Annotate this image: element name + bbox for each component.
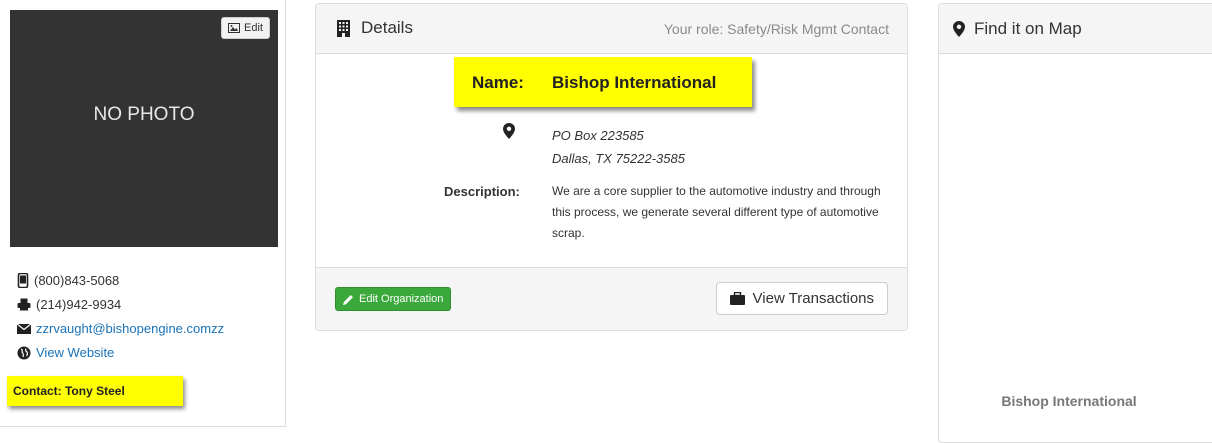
email-line: zzrvaught@bishopengine.comzz bbox=[17, 321, 224, 336]
edit-organization-button[interactable]: Edit Organization bbox=[335, 287, 452, 311]
no-photo-text: NO PHOTO bbox=[93, 104, 195, 125]
building-icon bbox=[337, 19, 350, 37]
fax-number: (214)942-9934 bbox=[36, 297, 122, 312]
view-transactions-label: View Transactions bbox=[752, 290, 874, 307]
envelope-icon bbox=[17, 323, 31, 334]
globe-icon bbox=[17, 346, 31, 359]
phone-line: (800)843-5068 bbox=[17, 273, 119, 288]
name-highlight: Name: Bishop International bbox=[454, 57, 752, 107]
description-text: We are a core supplier to the automotive… bbox=[552, 184, 881, 240]
details-title-text: Details bbox=[361, 18, 413, 37]
map-marker-icon bbox=[503, 123, 515, 139]
fax-icon bbox=[17, 298, 31, 311]
map-title-text: Find it on Map bbox=[974, 19, 1082, 38]
user-role-text: Your role: Safety/Risk Mgmt Contact bbox=[663, 21, 889, 37]
phone-number: (800)843-5068 bbox=[34, 273, 120, 288]
map-marker-icon bbox=[953, 21, 965, 37]
details-panel: Details Your role: Safety/Risk Mgmt Cont… bbox=[315, 3, 908, 331]
details-heading: Details Your role: Safety/Risk Mgmt Cont… bbox=[316, 4, 907, 54]
photo-placeholder: Edit NO PHOTO bbox=[10, 10, 278, 247]
details-footer: Edit Organization View Transactions bbox=[316, 267, 907, 330]
map-panel: Find it on Map Bishop International bbox=[938, 3, 1212, 443]
website-line: View Website bbox=[17, 345, 114, 360]
organization-card: Edit NO PHOTO (800)843-5068 (214)942-993… bbox=[0, 0, 286, 427]
edit-organization-label: Edit Organization bbox=[359, 293, 444, 305]
mobile-phone-icon bbox=[17, 273, 29, 288]
photo-edit-label: Edit bbox=[244, 22, 263, 34]
organization-name: Bishop International bbox=[552, 73, 717, 92]
address-line-1: PO Box 223585 bbox=[552, 128, 644, 143]
view-website-link[interactable]: View Website bbox=[36, 345, 114, 360]
fax-line: (214)942-9934 bbox=[17, 297, 121, 312]
email-link[interactable]: zzrvaught@bishopengine.comzz bbox=[36, 321, 224, 336]
map-title: Find it on Map bbox=[953, 19, 1082, 39]
contact-name-highlight: Contact: Tony Steel bbox=[7, 376, 183, 406]
briefcase-icon bbox=[729, 292, 745, 305]
name-label: Name: bbox=[472, 73, 524, 92]
picture-icon bbox=[228, 23, 241, 33]
photo-edit-button[interactable]: Edit bbox=[221, 17, 270, 39]
view-transactions-button[interactable]: View Transactions bbox=[715, 282, 888, 315]
address-line-2: Dallas, TX 75222-3585 bbox=[552, 151, 685, 166]
description-label: Description: bbox=[444, 184, 520, 199]
address: PO Box 223585 Dallas, TX 75222-3585 bbox=[552, 124, 685, 170]
pencil-icon bbox=[343, 294, 353, 305]
details-title: Details bbox=[336, 18, 413, 38]
map-marker-label: Bishop International bbox=[1001, 393, 1137, 409]
map-heading: Find it on Map bbox=[939, 4, 1212, 54]
